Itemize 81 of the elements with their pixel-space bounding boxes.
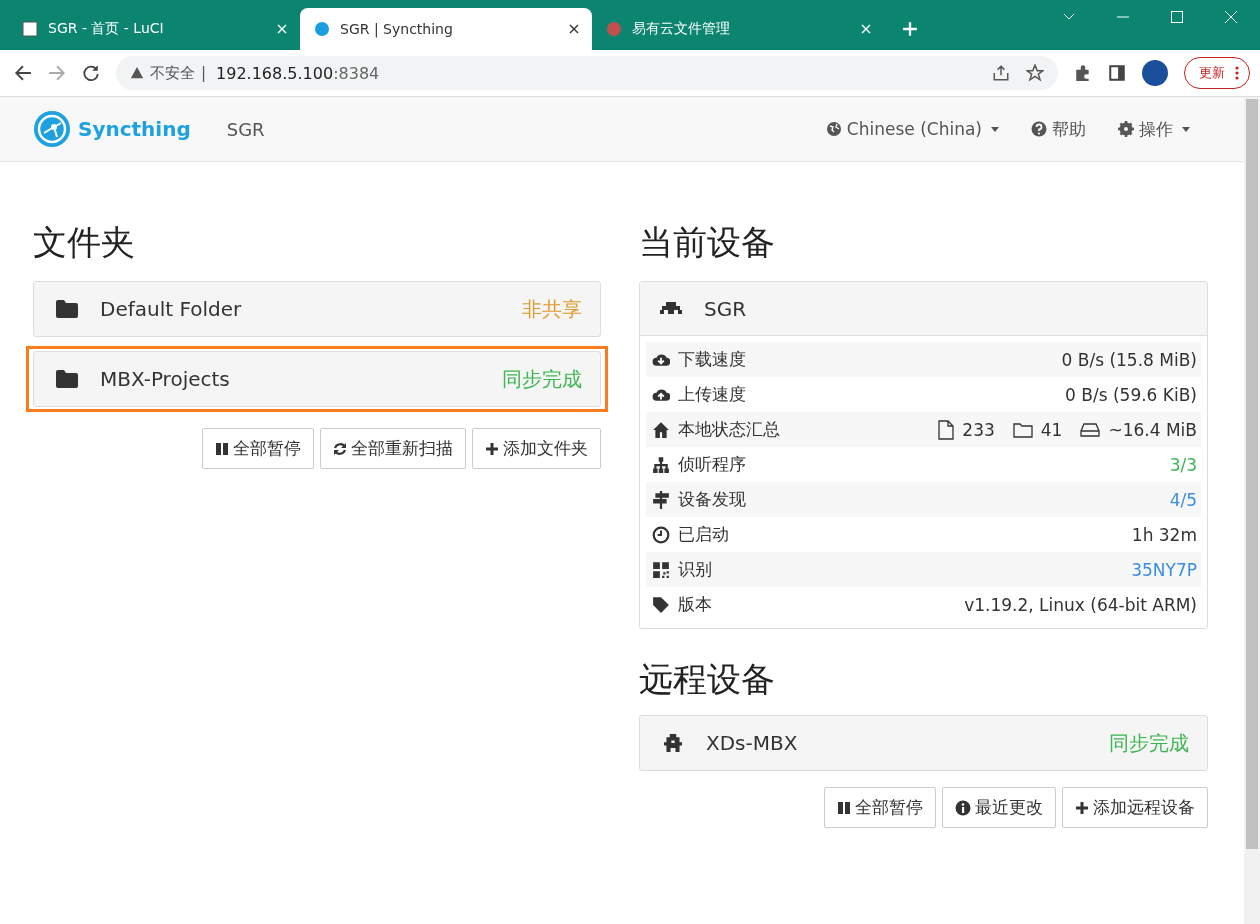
gear-icon bbox=[1118, 121, 1134, 137]
help-link[interactable]: 帮助 bbox=[1031, 117, 1086, 141]
sitemap-icon bbox=[652, 455, 670, 474]
remote-device-panel[interactable]: XDs-MBX 同步完成 bbox=[639, 715, 1208, 771]
folder-status: 同步完成 bbox=[502, 365, 582, 393]
row-value: 3/3 bbox=[1169, 454, 1197, 475]
actions-menu[interactable]: 操作 bbox=[1118, 117, 1190, 141]
reload-icon[interactable] bbox=[82, 64, 100, 82]
plus-icon bbox=[1075, 800, 1089, 815]
row-label: 识别 bbox=[678, 558, 712, 581]
pause-icon bbox=[215, 441, 229, 456]
row-label: 本地状态汇总 bbox=[678, 418, 780, 441]
folder-count: 41 bbox=[1040, 419, 1063, 440]
row-label: 设备发现 bbox=[678, 488, 746, 511]
row-label: 版本 bbox=[678, 593, 712, 616]
folder-icon bbox=[56, 300, 78, 318]
device-card: SGR 下载速度 0 B/s (15.8 MiB) 上传速度 0 B/s (59.6 KiB) 本地状态汇总 233 41 ~16.4 MiB 侦听程序 3/3 设备发现 4/5 已启动 1h 32m 识别 35NY7P 版本 v1.19.2, Linux (64-bit ARM) bbox=[639, 281, 1208, 629]
close-icon[interactable] bbox=[568, 23, 580, 35]
storage-size: ~16.4 MiB bbox=[1108, 419, 1197, 440]
folder-icon bbox=[1012, 421, 1033, 438]
file-icon bbox=[938, 419, 955, 440]
row-label: 下载速度 bbox=[678, 348, 746, 371]
folder-status: 非共享 bbox=[522, 295, 582, 323]
puzzle-icon[interactable] bbox=[1074, 64, 1092, 82]
side-panel-icon[interactable] bbox=[1108, 64, 1126, 82]
section-heading: 文件夹 bbox=[33, 221, 136, 264]
pause-all-button[interactable]: 全部暂停 bbox=[824, 787, 936, 828]
address-bar[interactable]: 不安全 | 192.168.5.100:8384 bbox=[116, 56, 1058, 90]
device-status: 同步完成 bbox=[1109, 729, 1189, 757]
pause-icon bbox=[837, 800, 851, 815]
hard-drive-icon bbox=[1080, 421, 1101, 438]
pause-all-button[interactable]: 全部暂停 bbox=[202, 428, 314, 469]
star-icon[interactable] bbox=[1026, 64, 1044, 82]
new-tab-icon[interactable] bbox=[902, 21, 918, 37]
device-icon bbox=[662, 734, 684, 752]
language-menu[interactable]: Chinese (China) bbox=[825, 119, 999, 139]
row-value: 0 B/s (15.8 MiB) bbox=[1061, 349, 1197, 370]
folder-icon bbox=[56, 370, 78, 388]
plus-icon bbox=[485, 441, 499, 456]
home-icon bbox=[652, 420, 670, 439]
row-label: 已启动 bbox=[678, 523, 729, 546]
maximize-icon[interactable] bbox=[1170, 10, 1184, 24]
site-icon bbox=[22, 21, 38, 37]
row-value: v1.19.2, Linux (64-bit ARM) bbox=[964, 594, 1197, 615]
recent-changes-button[interactable]: 最近更改 bbox=[942, 787, 1056, 828]
section-heading: 远程设备 bbox=[639, 658, 776, 701]
add-folder-button[interactable]: 添加文件夹 bbox=[472, 428, 601, 469]
row-value: 0 B/s (59.6 KiB) bbox=[1065, 384, 1197, 405]
question-icon bbox=[1031, 121, 1047, 137]
back-icon[interactable] bbox=[14, 64, 32, 82]
update-button[interactable]: 更新 bbox=[1184, 57, 1250, 89]
add-device-button[interactable]: 添加远程设备 bbox=[1062, 787, 1208, 828]
row-value: 35NY7P bbox=[1131, 559, 1197, 580]
signpost-icon bbox=[652, 490, 670, 509]
tag-icon bbox=[652, 595, 670, 614]
section-heading: 当前设备 bbox=[639, 221, 776, 264]
row-value: 1h 32m bbox=[1131, 524, 1197, 545]
clock-icon bbox=[652, 525, 670, 544]
row-label: 上传速度 bbox=[678, 383, 746, 406]
folder-panel[interactable]: Default Folder 非共享 bbox=[33, 281, 601, 337]
rescan-all-button[interactable]: 全部重新扫描 bbox=[320, 428, 466, 469]
profile-avatar[interactable] bbox=[1142, 60, 1168, 86]
info-icon bbox=[955, 799, 971, 816]
row-label: 侦听程序 bbox=[678, 453, 746, 476]
share-icon[interactable] bbox=[992, 64, 1010, 82]
menu-dots-icon[interactable] bbox=[1235, 66, 1239, 80]
folder-panel[interactable]: MBX-Projects 同步完成 bbox=[33, 351, 601, 407]
row-value: 4/5 bbox=[1169, 489, 1197, 510]
refresh-icon bbox=[333, 441, 347, 456]
browser-tab[interactable]: 易有云文件管理 bbox=[592, 8, 884, 50]
warning-icon bbox=[130, 66, 144, 80]
device-name: SGR bbox=[226, 118, 265, 140]
separator: | bbox=[201, 64, 207, 82]
browser-tab[interactable]: SGR | Syncthing bbox=[300, 8, 592, 50]
qr-code-icon bbox=[652, 560, 670, 579]
site-icon bbox=[314, 21, 330, 37]
scrollbar[interactable] bbox=[1244, 97, 1260, 924]
site-icon bbox=[606, 21, 622, 37]
globe-icon bbox=[825, 121, 842, 137]
browser-tab[interactable]: SGR - 首页 - LuCI bbox=[8, 8, 300, 50]
file-count: 233 bbox=[962, 419, 995, 440]
